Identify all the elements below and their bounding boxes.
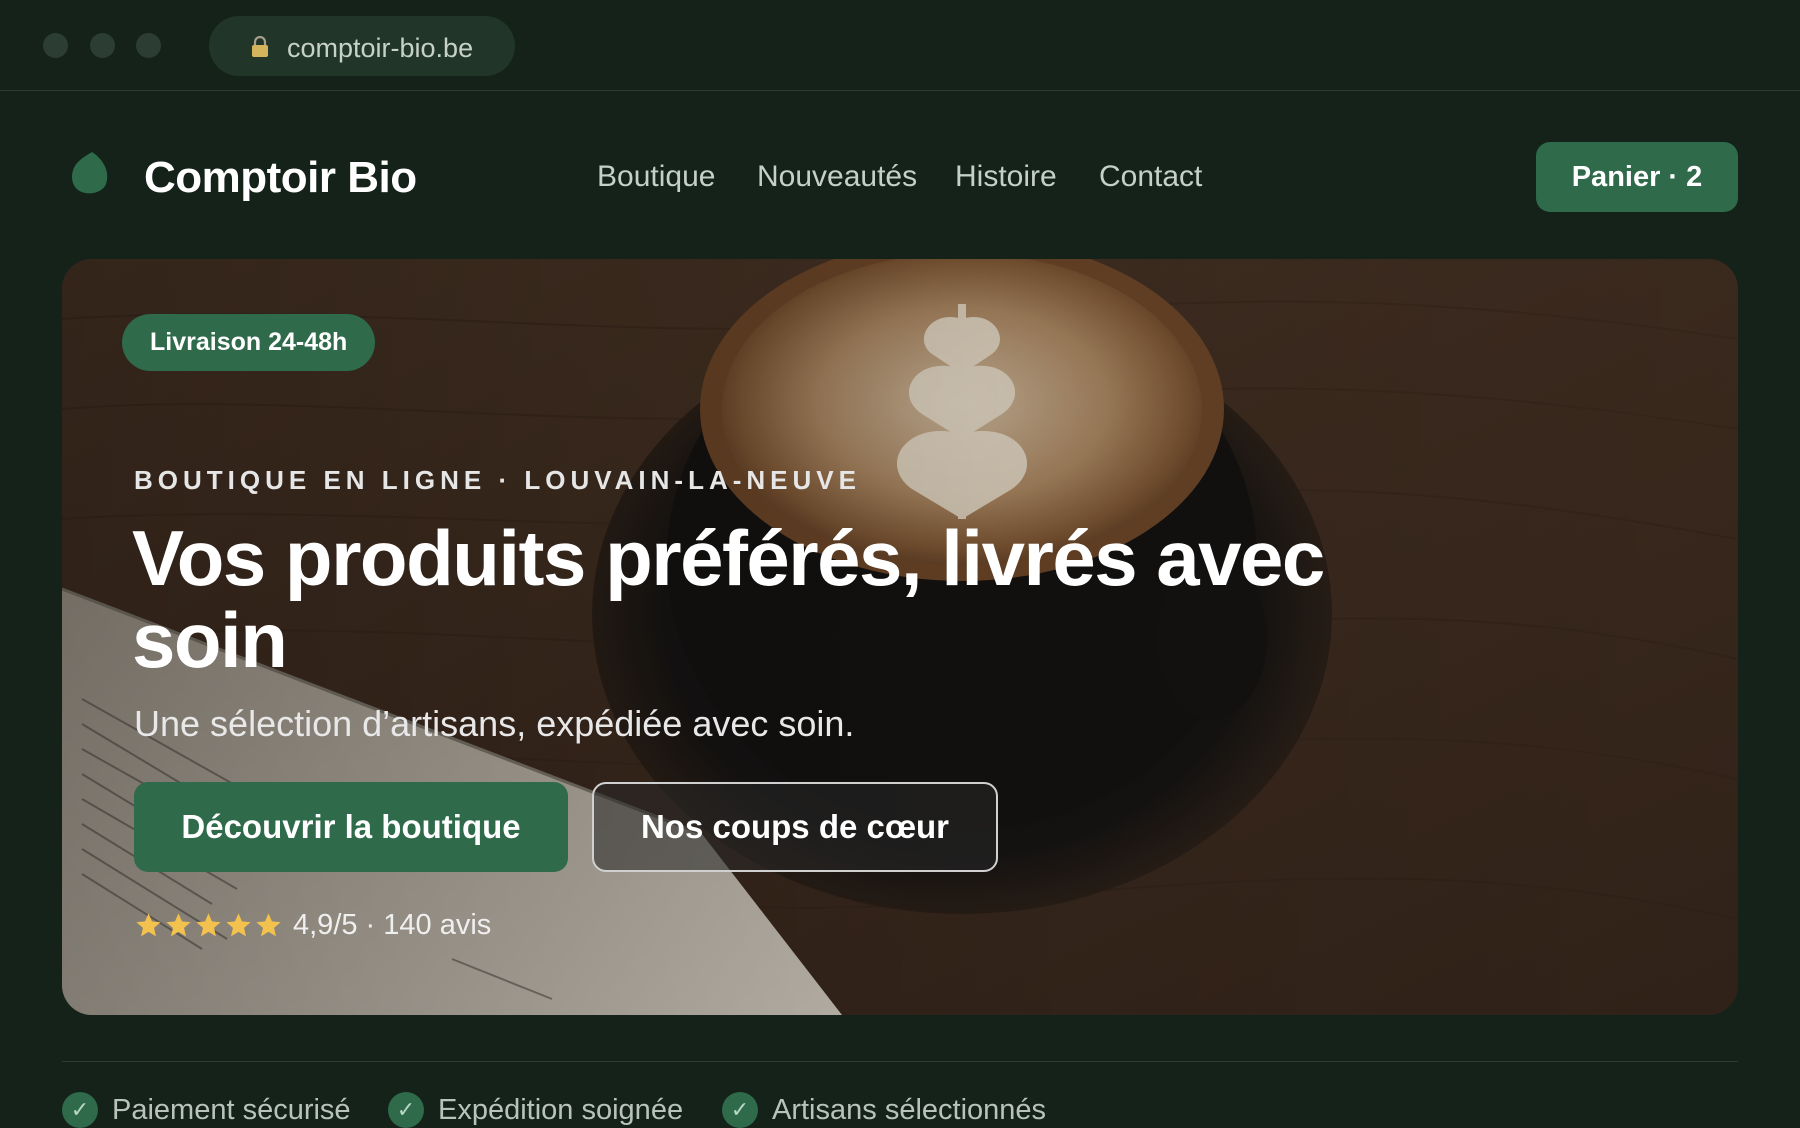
hero-headline: Vos produits préférés, livrés avec soin [132,514,1325,684]
check-icon: ✓ [722,1092,758,1128]
star-icon [196,913,221,937]
rating-summary: 4,9/5 · 140 avis [134,909,491,942]
trust-item-payment: ✓ Paiement sécurisé [62,1092,351,1128]
check-icon: ✓ [62,1092,98,1128]
check-icon: ✓ [388,1092,424,1128]
window-minimize-button[interactable] [90,33,115,58]
nav-link-contact[interactable]: Contact [1099,160,1202,194]
lock-icon [252,36,268,57]
star-icon [256,913,281,937]
star-icon [136,913,161,937]
nav-link-nouveautes[interactable]: Nouveautés [757,160,917,194]
trust-item-artisans: ✓ Artisans sélectionnés [722,1092,1046,1128]
hero-eyebrow: BOUTIQUE EN LIGNE · LOUVAIN-LA-NEUVE [134,465,861,495]
discover-shop-button[interactable]: Découvrir la boutique [134,782,568,872]
nav-link-histoire[interactable]: Histoire [955,160,1057,194]
cart-button[interactable]: Panier · 2 [1536,142,1738,212]
favorites-button[interactable]: Nos coups de cœur [592,782,998,872]
hero-banner: Livraison 24-48h BOUTIQUE EN LIGNE · LOU… [62,259,1738,1015]
leaf-icon [72,152,108,194]
section-divider [62,1061,1738,1062]
brand-name[interactable]: Comptoir Bio [144,153,417,203]
star-icon [166,913,191,937]
hero-subtitle: Une sélection d’artisans, expédiée avec … [134,703,855,744]
window-maximize-button[interactable] [136,33,161,58]
star-icon [226,913,251,937]
window-close-button[interactable] [43,33,68,58]
delivery-badge: Livraison 24-48h [122,314,376,371]
trust-item-shipping: ✓ Expédition soignée [388,1092,683,1128]
address-bar[interactable]: comptoir-bio.be [209,16,515,76]
browser-chrome: comptoir-bio.be [0,0,1800,91]
rating-text: 4,9/5 · 140 avis [293,909,492,941]
star-rating [134,911,283,940]
url-text: comptoir-bio.be [287,33,474,63]
nav-link-boutique[interactable]: Boutique [597,160,715,194]
